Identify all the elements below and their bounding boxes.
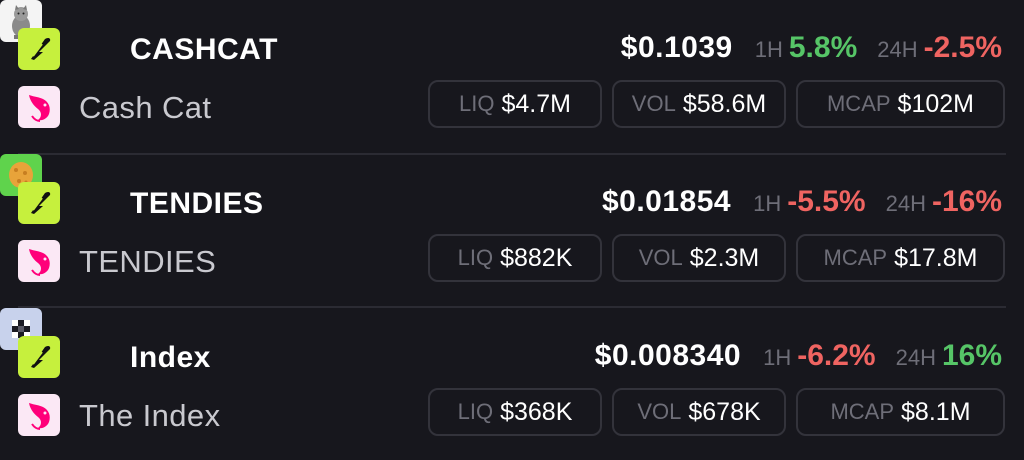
- liquidity-value: $882K: [500, 243, 573, 272]
- volume-pill: VOL $58.6M: [612, 80, 786, 128]
- token-price: $0.008340: [594, 339, 742, 372]
- market-cap-value: $8.1M: [901, 397, 971, 426]
- token-name: TENDIES: [79, 244, 217, 279]
- liquidity-pill: LIQ $368K: [428, 388, 602, 436]
- change-24h-label: 24H: [895, 345, 936, 370]
- liquidity-label: LIQ: [457, 245, 494, 270]
- liquidity-pill: LIQ $882K: [428, 234, 602, 282]
- volume-pill: VOL $2.3M: [612, 234, 786, 282]
- liquidity-value: $368K: [500, 397, 573, 426]
- token-list: CASHCAT Cash Cat $0.1039 1H 5.8% 24H -2.…: [0, 0, 1024, 460]
- volume-label: VOL: [638, 245, 683, 270]
- market-cap-value: $102M: [897, 89, 974, 118]
- token-symbol[interactable]: Index: [130, 338, 211, 378]
- volume-label: VOL: [631, 91, 676, 116]
- market-cap-label: MCAP: [823, 245, 888, 270]
- change-1h-label: 1H: [763, 345, 792, 370]
- dex-screener-icon[interactable]: [18, 182, 60, 224]
- volume-pill: VOL $678K: [612, 388, 786, 436]
- market-cap-value: $17.8M: [894, 243, 978, 272]
- price-line: $0.008340 1H -6.2% 24H 16%: [595, 336, 1002, 378]
- volume-value: $2.3M: [689, 243, 760, 272]
- token-price: $0.1039: [620, 31, 733, 64]
- price-line: $0.1039 1H 5.8% 24H -2.5%: [621, 28, 1002, 70]
- market-cap-label: MCAP: [826, 91, 891, 116]
- token-price: $0.01854: [601, 185, 732, 218]
- change-1h-value: -6.2%: [797, 339, 876, 372]
- volume-label: VOL: [637, 399, 682, 424]
- market-cap-pill: MCAP $102M: [796, 80, 1005, 128]
- change-24h-label: 24H: [885, 191, 926, 216]
- token-row[interactable]: CASHCAT Cash Cat $0.1039 1H 5.8% 24H -2.…: [0, 0, 1024, 154]
- uniswap-icon[interactable]: [18, 394, 60, 436]
- liquidity-label: LIQ: [459, 91, 495, 116]
- dex-screener-icon[interactable]: [18, 336, 60, 378]
- change-24h-label: 24H: [877, 37, 918, 62]
- token-symbol[interactable]: CASHCAT: [130, 30, 278, 70]
- dex-screener-icon[interactable]: [18, 28, 60, 70]
- uniswap-icon[interactable]: [18, 86, 60, 128]
- change-1h-label: 1H: [754, 37, 783, 62]
- price-line: $0.01854 1H -5.5% 24H -16%: [602, 182, 1002, 224]
- change-1h-value: -5.5%: [787, 185, 866, 218]
- volume-value: $678K: [688, 397, 761, 426]
- market-cap-pill: MCAP $17.8M: [796, 234, 1005, 282]
- token-symbol[interactable]: TENDIES: [130, 184, 264, 224]
- token-row[interactable]: Index The Index $0.008340 1H -6.2% 24H 1…: [0, 308, 1024, 460]
- change-1h-value: 5.8%: [788, 31, 858, 64]
- change-24h-value: -16%: [931, 185, 1002, 218]
- volume-value: $58.6M: [682, 89, 767, 118]
- token-name: The Index: [79, 398, 221, 433]
- change-24h-value: 16%: [941, 339, 1002, 372]
- uniswap-icon[interactable]: [18, 240, 60, 282]
- token-row[interactable]: TENDIES TENDIES $0.01854 1H -5.5% 24H -1…: [0, 154, 1024, 308]
- market-cap-pill: MCAP $8.1M: [796, 388, 1005, 436]
- liquidity-label: LIQ: [457, 399, 494, 424]
- market-cap-label: MCAP: [830, 399, 895, 424]
- liquidity-pill: LIQ $4.7M: [428, 80, 602, 128]
- token-name: Cash Cat: [79, 90, 212, 125]
- change-1h-label: 1H: [753, 191, 782, 216]
- liquidity-value: $4.7M: [501, 89, 571, 118]
- change-24h-value: -2.5%: [923, 31, 1002, 64]
